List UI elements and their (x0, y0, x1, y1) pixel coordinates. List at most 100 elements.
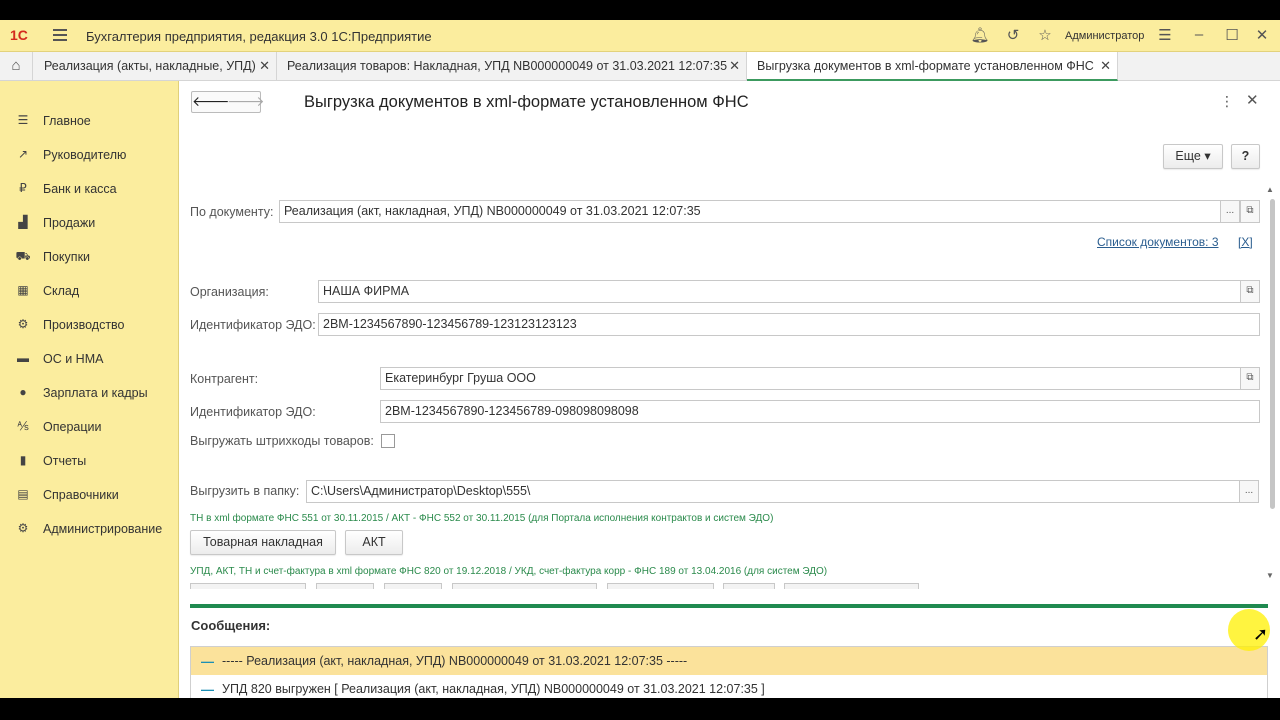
sidebar: ☰ Главное ↗ Руководителю ₽ Банк и касса ▟ Пр… (0, 81, 179, 698)
cut-button[interactable] (607, 583, 714, 589)
forward-icon[interactable]: 🡒 (227, 93, 265, 110)
ruble-icon: ₽ (19, 181, 27, 195)
close-tab-icon[interactable]: ✕ (259, 52, 270, 80)
sidebar-item-label: Справочники (43, 488, 119, 502)
sidebar-item-production[interactable]: ⚙ Производство (0, 310, 179, 340)
cut-button[interactable] (723, 583, 775, 589)
open-icon[interactable]: ⧉ (1240, 280, 1260, 303)
folder-label: Выгрузить в папку: (190, 484, 300, 498)
hint-fns-551: ТН в xml формате ФНС 551 от 30.11.2015 /… (190, 513, 774, 524)
nav-buttons: 🡐 🡒 (191, 91, 265, 113)
barcodes-checkbox[interactable] (381, 434, 395, 448)
barcodes-label: Выгружать штрихкоды товаров: (190, 434, 374, 448)
app-title: Бухгалтерия предприятия, редакция 3.0 1С… (86, 29, 432, 44)
sidebar-item-label: Отчеты (43, 454, 87, 468)
cut-button[interactable] (316, 583, 374, 589)
folder-field[interactable]: C:\Users\Администратор\Desktop\555\ (306, 480, 1240, 503)
user-name[interactable]: Администратор (1065, 30, 1144, 42)
tab-realization-doc[interactable]: Реализация товаров: Накладная, УПД NB000… (277, 52, 747, 80)
help-button[interactable]: ? (1231, 144, 1260, 169)
bag-icon: ▟ (18, 215, 28, 229)
sidebar-item-label: Продажи (43, 216, 96, 230)
main-menu-icon[interactable] (53, 29, 67, 41)
truck-icon: ▬ (17, 351, 29, 365)
cp-edo-field[interactable]: 2BM-1234567890-123456789-098098098098 (380, 400, 1260, 423)
hint-fns-820: УПД, АКТ, ТН и счет-фактура в xml формат… (190, 566, 828, 577)
doc-list-clear-link[interactable]: [X] (1238, 235, 1253, 249)
factory-icon: ⚙ (17, 317, 29, 331)
akt-button[interactable]: АКТ (345, 530, 403, 555)
sidebar-item-director[interactable]: ↗ Руководителю (0, 140, 179, 170)
title-bar: 1С Бухгалтерия предприятия, редакция 3.0… (0, 20, 1280, 52)
tab-label: Реализация (акты, накладные, УПД) (44, 59, 256, 73)
open-icon[interactable]: ⧉ (1240, 367, 1260, 390)
cut-button[interactable] (190, 583, 306, 589)
message-text: УПД 820 выгружен [ Реализация (акт, накл… (222, 682, 765, 696)
close-tab-icon[interactable]: ✕ (1100, 52, 1111, 80)
doc-list-link[interactable]: Список документов: 3 (1097, 235, 1219, 249)
page-title: Выгрузка документов в xml-формате устано… (304, 93, 749, 111)
close-window-icon[interactable]: ✕ (1252, 26, 1272, 44)
star-icon[interactable]: ☆ (1035, 26, 1055, 44)
scroll-down-icon[interactable]: ▼ (1266, 571, 1274, 580)
close-form-icon[interactable]: ✕ (1246, 91, 1259, 109)
org-label: Организация: (190, 285, 269, 299)
minimize-icon[interactable]: – (1189, 26, 1209, 43)
tn-button[interactable]: Товарная накладная (190, 530, 336, 555)
counterparty-field[interactable]: Екатеринбург Груша ООО (380, 367, 1241, 390)
sidebar-item-label: Зарплата и кадры (43, 386, 148, 400)
sidebar-item-label: Склад (43, 284, 80, 298)
sidebar-item-label: Производство (43, 318, 125, 332)
select-dots-icon[interactable]: ... (1220, 200, 1240, 223)
list-item[interactable]: — ----- Реализация (акт, накладная, УПД)… (191, 647, 1267, 675)
maximize-icon[interactable]: ☐ (1222, 26, 1242, 44)
org-edo-label: Идентификатор ЭДО: (190, 318, 316, 332)
more-vert-icon[interactable]: ⋮ (1220, 93, 1234, 110)
sidebar-item-sales[interactable]: ▟ Продажи (0, 208, 179, 238)
open-icon[interactable]: ⧉ (1240, 200, 1260, 223)
sidebar-item-assets[interactable]: ▬ ОС и НМА (0, 344, 179, 374)
doc-label: По документу: (190, 205, 274, 219)
org-edo-field[interactable]: 2BM-1234567890-123456789-123123123123 (318, 313, 1260, 336)
sidebar-item-catalogs[interactable]: ▤ Справочники (0, 480, 179, 510)
sidebar-item-purchases[interactable]: ⛟ Покупки (0, 242, 179, 272)
scrollbar-thumb[interactable] (1270, 199, 1275, 509)
cut-button[interactable] (384, 583, 442, 589)
tab-export-xml[interactable]: Выгрузка документов в xml-формате устано… (747, 52, 1118, 81)
tab-realization-list[interactable]: Реализация (акты, накладные, УПД) ✕ (34, 52, 277, 80)
cut-button[interactable] (452, 583, 597, 589)
sidebar-item-salary[interactable]: ● Зарплата и кадры (0, 378, 179, 408)
app-logo: 1С (10, 27, 28, 43)
back-icon[interactable]: 🡐 (192, 93, 230, 110)
tab-label: Выгрузка документов в xml-формате устано… (757, 59, 1094, 73)
scroll-up-icon[interactable]: ▲ (1266, 185, 1274, 194)
trend-icon: ↗ (17, 147, 29, 161)
sidebar-item-label: Банк и касса (43, 182, 117, 196)
messages-splitter[interactable] (190, 604, 1268, 608)
sidebar-item-label: Руководителю (43, 148, 127, 162)
form-scrollbar[interactable] (1268, 199, 1276, 587)
person-icon: ● (19, 385, 27, 399)
chart-icon: ▮ (19, 453, 27, 467)
sidebar-item-reports[interactable]: ▮ Отчеты (0, 446, 179, 476)
org-field[interactable]: НАША ФИРМА (318, 280, 1241, 303)
settings-menu-icon[interactable]: ☰ (1155, 26, 1175, 44)
cut-button[interactable] (784, 583, 919, 589)
list-item[interactable]: — УПД 820 выгружен [ Реализация (акт, на… (191, 675, 1267, 698)
counterparty-label: Контрагент: (190, 372, 259, 386)
select-dots-icon[interactable]: ... (1239, 480, 1259, 503)
bell-icon[interactable]: 🔔︎ (970, 26, 990, 44)
sidebar-item-operations[interactable]: ⅍ Операции (0, 412, 179, 442)
history-icon[interactable]: ↺ (1003, 26, 1023, 44)
sidebar-item-main[interactable]: ☰ Главное (0, 106, 179, 136)
doc-field[interactable]: Реализация (акт, накладная, УПД) NB00000… (279, 200, 1221, 223)
close-tab-icon[interactable]: ✕ (729, 52, 740, 80)
tabs-bar: ⌂ Реализация (акты, накладные, УПД) ✕ Ре… (0, 52, 1280, 81)
sidebar-item-bank[interactable]: ₽ Банк и касса (0, 174, 179, 204)
operations-icon: ⅍ (17, 419, 29, 433)
sidebar-item-label: Главное (43, 114, 91, 128)
more-button[interactable]: Еще ▾ (1163, 144, 1223, 169)
home-icon[interactable]: ⌂ (0, 52, 33, 80)
sidebar-item-warehouse[interactable]: ▦ Склад (0, 276, 179, 306)
sidebar-item-admin[interactable]: ⚙ Администрирование (0, 514, 179, 544)
